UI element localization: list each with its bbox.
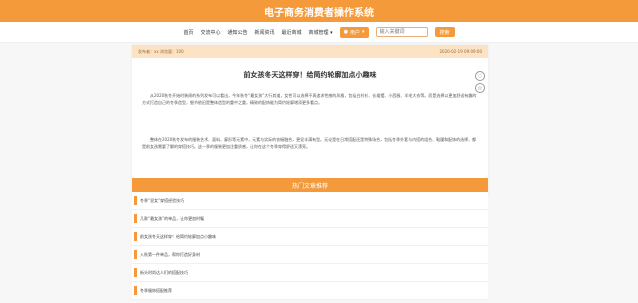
user-icon: ● bbox=[343, 29, 349, 35]
hot-article-title: 冬季服饰搭配推荐 bbox=[140, 287, 172, 293]
site-title-bar: 电子商务消费者操作系统 bbox=[0, 0, 638, 22]
hot-articles: 热门文章推荐 冬季“显女”穿搭经验技巧 几款“最女孩”的单品，让你更加时髦 前女… bbox=[132, 178, 488, 300]
main-nav: 首页 交流中心 通知公告 新闻资讯 最近商城 商城管理 ▾ ● 用户 ▾ 搜索 bbox=[0, 22, 638, 43]
chevron-down-icon: ▾ bbox=[362, 29, 365, 35]
hot-article-item[interactable]: 街头时尚达人们的搭配技巧 bbox=[132, 264, 488, 282]
hot-article-title: 入秋第一件单品，帮你打造好身材 bbox=[140, 251, 200, 257]
hot-articles-list: 冬季“显女”穿搭经验技巧 几款“最女孩”的单品，让你更加时髦 前女孩冬天这样穿！… bbox=[132, 192, 488, 300]
nav-home[interactable]: 首页 bbox=[183, 29, 193, 36]
chevron-down-icon: ▾ bbox=[330, 29, 333, 36]
site-title: 电子商务消费者操作系统 bbox=[264, 7, 374, 19]
list-marker bbox=[134, 286, 137, 295]
article-author-views: 发布者：xx 浏览量：100 bbox=[138, 48, 184, 54]
hot-article-title: 几款“最女孩”的单品，让你更加时髦 bbox=[140, 215, 205, 221]
article-date: 2020-02-19 09:09:00 bbox=[439, 49, 482, 54]
list-marker bbox=[134, 196, 137, 205]
user-dropdown[interactable]: ● 用户 ▾ bbox=[339, 26, 369, 38]
hot-article-title: 前女孩冬天这样穿！给简约轮廓加点小趣味 bbox=[140, 233, 216, 239]
hot-article-item[interactable]: 前女孩冬天这样穿！给简约轮廓加点小趣味 bbox=[132, 228, 488, 246]
nav-news[interactable]: 新闻资讯 bbox=[254, 29, 274, 36]
search-input[interactable] bbox=[375, 27, 428, 37]
article-paragraph: 整体在2020秋冬发布的服装艺术、面料、廓形等元素中，元素与实际的衣橱融合，更显… bbox=[142, 137, 477, 149]
list-marker bbox=[134, 232, 137, 241]
article-body: 从2020秋冬开始时装周的系列发布可以看出，今年秋冬“最女孩”大行其道，女性可以… bbox=[142, 92, 478, 150]
article-card: 发布者：xx 浏览量：100 2020-02-19 09:09:00 前女孩冬天… bbox=[132, 45, 488, 195]
nav-store-manage-label: 商城管理 bbox=[308, 29, 329, 36]
hot-article-item[interactable]: 几款“最女孩”的单品，让你更加时髦 bbox=[132, 210, 488, 228]
nav-forum[interactable]: 交流中心 bbox=[200, 29, 220, 36]
hot-article-item[interactable]: 入秋第一件单品，帮你打造好身材 bbox=[132, 246, 488, 264]
search-button[interactable]: 搜索 bbox=[434, 27, 455, 37]
hot-articles-title: 热门文章推荐 bbox=[132, 178, 488, 192]
nav-notices[interactable]: 通知公告 bbox=[227, 29, 247, 36]
list-marker bbox=[134, 268, 137, 277]
user-label: 用户 bbox=[350, 29, 361, 36]
article-side-actions: ♡ ☆ bbox=[475, 71, 485, 93]
like-icon[interactable]: ♡ bbox=[475, 71, 485, 81]
hot-article-title: 冬季“显女”穿搭经验技巧 bbox=[140, 197, 185, 203]
hot-article-item[interactable]: 冬季服饰搭配推荐 bbox=[132, 282, 488, 300]
article-paragraph: 从2020秋冬开始时装周的系列发布可以看出，今年秋冬“最女孩”大行其道，女性可以… bbox=[142, 93, 477, 105]
list-marker bbox=[134, 250, 137, 259]
article-title: 前女孩冬天这样穿！给简约轮廓加点小趣味 bbox=[243, 71, 377, 79]
article-meta: 发布者：xx 浏览量：100 2020-02-19 09:09:00 bbox=[132, 45, 488, 58]
list-marker bbox=[134, 214, 137, 223]
hot-article-title: 街头时尚达人们的搭配技巧 bbox=[140, 269, 188, 275]
nav-store-manage[interactable]: 商城管理 ▾ bbox=[309, 29, 333, 36]
nav-store[interactable]: 最近商城 bbox=[282, 29, 302, 36]
collect-icon[interactable]: ☆ bbox=[475, 83, 485, 93]
hot-article-item[interactable]: 冬季“显女”穿搭经验技巧 bbox=[132, 192, 488, 210]
